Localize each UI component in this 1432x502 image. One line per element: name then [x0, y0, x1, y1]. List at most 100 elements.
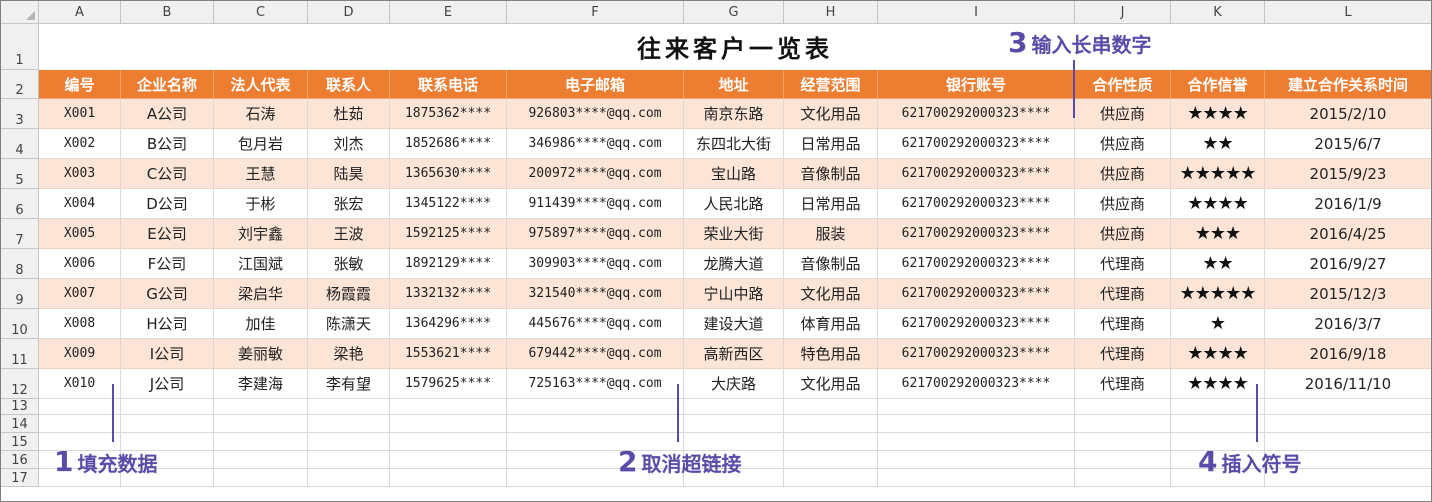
data-cell[interactable]: 621700292000323**** [877, 248, 1075, 279]
empty-cell[interactable] [389, 414, 507, 433]
data-cell[interactable]: ★★ [1170, 248, 1265, 279]
data-cell[interactable]: H公司 [120, 308, 214, 339]
data-cell[interactable]: 代理商 [1074, 368, 1171, 399]
data-cell[interactable]: 日常用品 [783, 188, 878, 219]
data-cell[interactable]: 1345122**** [389, 188, 507, 219]
data-cell[interactable]: 文化用品 [783, 368, 878, 399]
column-header-b[interactable]: B [120, 0, 214, 24]
data-cell[interactable]: 包月岩 [213, 128, 308, 159]
data-cell[interactable]: X002 [38, 128, 121, 159]
data-cell[interactable]: 音像制品 [783, 248, 878, 279]
column-title-cell[interactable]: 联系电话 [389, 69, 507, 99]
data-cell[interactable]: 1579625**** [389, 368, 507, 399]
empty-cell[interactable] [38, 398, 121, 415]
empty-cell[interactable] [783, 450, 878, 469]
data-cell[interactable]: 2016/9/27 [1264, 248, 1432, 279]
data-cell[interactable]: E公司 [120, 218, 214, 249]
data-cell[interactable]: X010 [38, 368, 121, 399]
data-cell[interactable]: 621700292000323**** [877, 368, 1075, 399]
empty-cell[interactable] [120, 398, 214, 415]
data-cell[interactable]: 621700292000323**** [877, 98, 1075, 129]
data-cell[interactable]: 321540****@qq.com [506, 278, 684, 309]
data-cell[interactable]: 服装 [783, 218, 878, 249]
data-cell[interactable]: 高新西区 [683, 338, 784, 369]
data-cell[interactable]: 文化用品 [783, 98, 878, 129]
data-cell[interactable]: I公司 [120, 338, 214, 369]
column-header-k[interactable]: K [1170, 0, 1265, 24]
data-cell[interactable]: 2016/3/7 [1264, 308, 1432, 339]
column-title-cell[interactable]: 经营范围 [783, 69, 878, 99]
data-cell[interactable]: A公司 [120, 98, 214, 129]
row-header-4[interactable]: 4 [0, 128, 39, 159]
column-title-cell[interactable]: 联系人 [307, 69, 390, 99]
data-cell[interactable]: 张敏 [307, 248, 390, 279]
empty-cell[interactable] [389, 450, 507, 469]
data-cell[interactable]: 供应商 [1074, 128, 1171, 159]
data-cell[interactable]: 日常用品 [783, 128, 878, 159]
data-cell[interactable]: 975897****@qq.com [506, 218, 684, 249]
empty-cell[interactable] [307, 450, 390, 469]
data-cell[interactable]: 李有望 [307, 368, 390, 399]
data-cell[interactable]: X009 [38, 338, 121, 369]
data-cell[interactable]: 346986****@qq.com [506, 128, 684, 159]
data-cell[interactable]: 1332132**** [389, 278, 507, 309]
column-header-e[interactable]: E [389, 0, 507, 24]
empty-cell[interactable] [213, 398, 308, 415]
column-header-d[interactable]: D [307, 0, 390, 24]
data-cell[interactable]: 李建海 [213, 368, 308, 399]
empty-cell[interactable] [1074, 398, 1171, 415]
empty-cell[interactable] [506, 398, 684, 415]
data-cell[interactable]: 2016/11/10 [1264, 368, 1432, 399]
column-header-j[interactable]: J [1074, 0, 1171, 24]
data-cell[interactable]: ★ [1170, 308, 1265, 339]
data-cell[interactable]: X005 [38, 218, 121, 249]
data-cell[interactable]: 2016/9/18 [1264, 338, 1432, 369]
data-cell[interactable]: 2016/4/25 [1264, 218, 1432, 249]
data-cell[interactable]: 张宏 [307, 188, 390, 219]
data-cell[interactable]: 2015/6/7 [1264, 128, 1432, 159]
data-cell[interactable]: 杜茹 [307, 98, 390, 129]
select-all-corner[interactable] [0, 0, 39, 24]
data-cell[interactable]: 911439****@qq.com [506, 188, 684, 219]
column-header-c[interactable]: C [213, 0, 308, 24]
data-cell[interactable]: 人民北路 [683, 188, 784, 219]
column-header-i[interactable]: I [877, 0, 1075, 24]
column-title-cell[interactable]: 建立合作关系时间 [1264, 69, 1432, 99]
column-header-f[interactable]: F [506, 0, 684, 24]
data-cell[interactable]: 刘宇鑫 [213, 218, 308, 249]
data-cell[interactable]: 王慧 [213, 158, 308, 189]
empty-cell[interactable] [506, 414, 684, 433]
data-cell[interactable]: 1892129**** [389, 248, 507, 279]
row-header-12[interactable]: 12 [0, 368, 39, 399]
data-cell[interactable]: D公司 [120, 188, 214, 219]
data-cell[interactable]: 陈潇天 [307, 308, 390, 339]
column-header-h[interactable]: H [783, 0, 878, 24]
data-cell[interactable]: ★★★★ [1170, 98, 1265, 129]
empty-cell[interactable] [877, 414, 1075, 433]
data-cell[interactable]: 体育用品 [783, 308, 878, 339]
data-cell[interactable]: 725163****@qq.com [506, 368, 684, 399]
empty-cell[interactable] [877, 468, 1075, 487]
column-title-cell[interactable]: 地址 [683, 69, 784, 99]
empty-cell[interactable] [783, 432, 878, 451]
empty-cell[interactable] [389, 398, 507, 415]
data-cell[interactable]: 于彬 [213, 188, 308, 219]
data-cell[interactable]: 加佳 [213, 308, 308, 339]
data-cell[interactable]: 刘杰 [307, 128, 390, 159]
row-header-8[interactable]: 8 [0, 248, 39, 279]
data-cell[interactable]: 南京东路 [683, 98, 784, 129]
empty-cell[interactable] [783, 414, 878, 433]
data-cell[interactable]: X003 [38, 158, 121, 189]
empty-cell[interactable] [1264, 414, 1432, 433]
empty-cell[interactable] [120, 414, 214, 433]
empty-cell[interactable] [683, 414, 784, 433]
row-header-2[interactable]: 2 [0, 69, 39, 99]
empty-cell[interactable] [1264, 398, 1432, 415]
data-cell[interactable]: 2015/12/3 [1264, 278, 1432, 309]
empty-cell[interactable] [213, 450, 308, 469]
data-cell[interactable]: 供应商 [1074, 158, 1171, 189]
empty-cell[interactable] [389, 432, 507, 451]
column-header-g[interactable]: G [683, 0, 784, 24]
data-cell[interactable]: 621700292000323**** [877, 308, 1075, 339]
data-cell[interactable]: 代理商 [1074, 338, 1171, 369]
